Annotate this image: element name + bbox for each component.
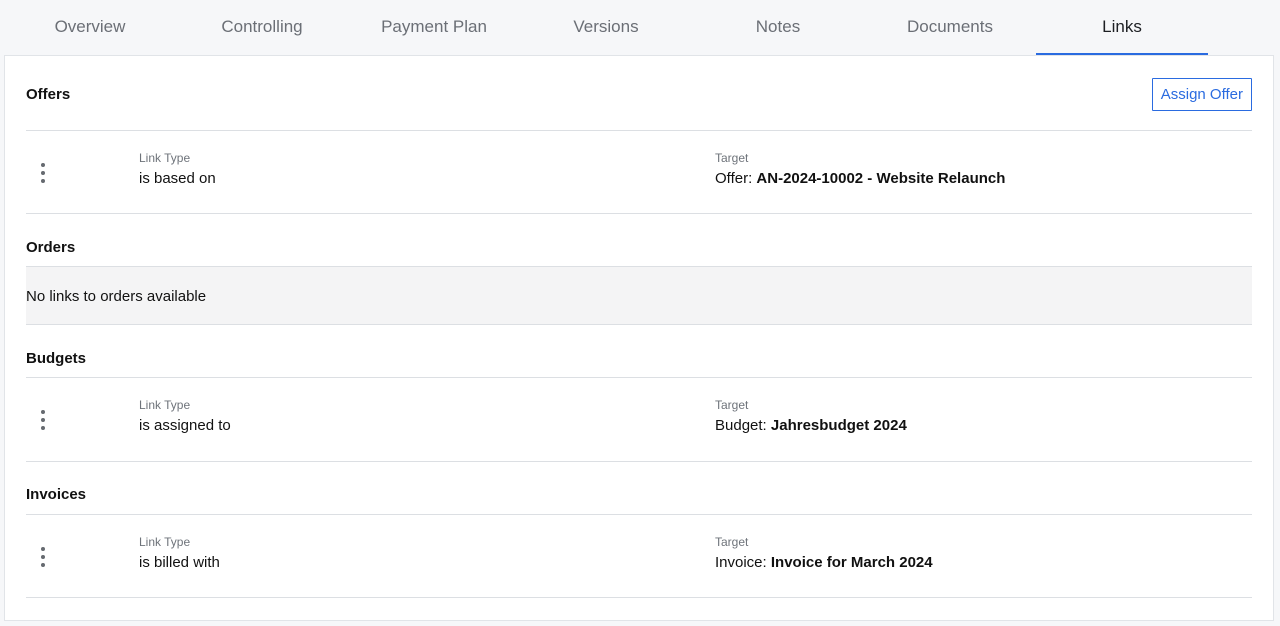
tab-controlling[interactable]: Controlling	[176, 0, 348, 56]
more-options-icon[interactable]	[39, 547, 47, 567]
link-type-label: Link Type	[139, 151, 191, 165]
orders-title: Orders	[26, 239, 76, 256]
invoices-title: Invoices	[26, 486, 87, 503]
link-type-field: Link Type is billed with	[139, 535, 220, 573]
link-type-value: is assigned to	[139, 417, 231, 434]
target-prefix: Invoice:	[715, 554, 771, 571]
offers-title: Offers	[26, 86, 71, 103]
more-options-icon[interactable]	[39, 410, 47, 430]
target-name[interactable]: AN-2024-10002 - Website Relaunch	[756, 170, 1005, 187]
link-type-value: is based on	[139, 170, 216, 187]
orders-empty-message: No links to orders available	[26, 267, 1252, 325]
target-name[interactable]: Invoice for March 2024	[771, 554, 933, 571]
target-label: Target	[715, 535, 749, 549]
target-label: Target	[715, 151, 749, 165]
target-name[interactable]: Jahresbudget 2024	[771, 417, 907, 434]
tab-overview[interactable]: Overview	[4, 0, 176, 56]
link-type-field: Link Type is based on	[139, 151, 216, 189]
target-value: Invoice: Invoice for March 2024	[715, 553, 933, 573]
target-field: Target Offer: AN-2024-10002 - Website Re…	[715, 151, 1005, 189]
divider	[26, 213, 1252, 214]
offer-link-row: Link Type is based on Target Offer: AN-2…	[26, 131, 1252, 213]
target-label: Target	[715, 398, 749, 412]
tab-payment-plan[interactable]: Payment Plan	[348, 0, 520, 56]
budgets-section-header: Budgets	[26, 350, 1252, 367]
divider	[26, 461, 1252, 462]
tab-versions[interactable]: Versions	[520, 0, 692, 56]
orders-section-header: Orders	[26, 239, 1252, 256]
invoice-link-row: Link Type is billed with Target Invoice:…	[26, 515, 1252, 597]
tab-bar: Overview Controlling Payment Plan Versio…	[0, 0, 1280, 56]
target-value: Offer: AN-2024-10002 - Website Relaunch	[715, 169, 1005, 189]
budget-link-row: Link Type is assigned to Target Budget: …	[26, 378, 1252, 460]
target-prefix: Offer:	[715, 170, 757, 187]
link-type-label: Link Type	[139, 535, 191, 549]
target-field: Target Invoice: Invoice for March 2024	[715, 535, 933, 573]
target-field: Target Budget: Jahresbudget 2024	[715, 398, 907, 436]
tab-documents[interactable]: Documents	[864, 0, 1036, 56]
more-options-icon[interactable]	[39, 163, 47, 183]
tab-links[interactable]: Links	[1036, 0, 1208, 56]
target-prefix: Budget:	[715, 417, 771, 434]
divider	[26, 597, 1252, 598]
offers-section-header: Offers Assign Offer	[26, 78, 1252, 111]
tab-notes[interactable]: Notes	[692, 0, 864, 56]
budgets-title: Budgets	[26, 350, 86, 367]
divider	[26, 324, 1252, 325]
invoices-section-header: Invoices	[26, 486, 1252, 503]
links-panel: Offers Assign Offer Link Type is based o…	[4, 55, 1274, 621]
link-type-label: Link Type	[139, 398, 191, 412]
link-type-value: is billed with	[139, 554, 220, 571]
link-type-field: Link Type is assigned to	[139, 398, 231, 436]
target-value: Budget: Jahresbudget 2024	[715, 416, 907, 436]
assign-offer-button[interactable]: Assign Offer	[1151, 78, 1252, 111]
